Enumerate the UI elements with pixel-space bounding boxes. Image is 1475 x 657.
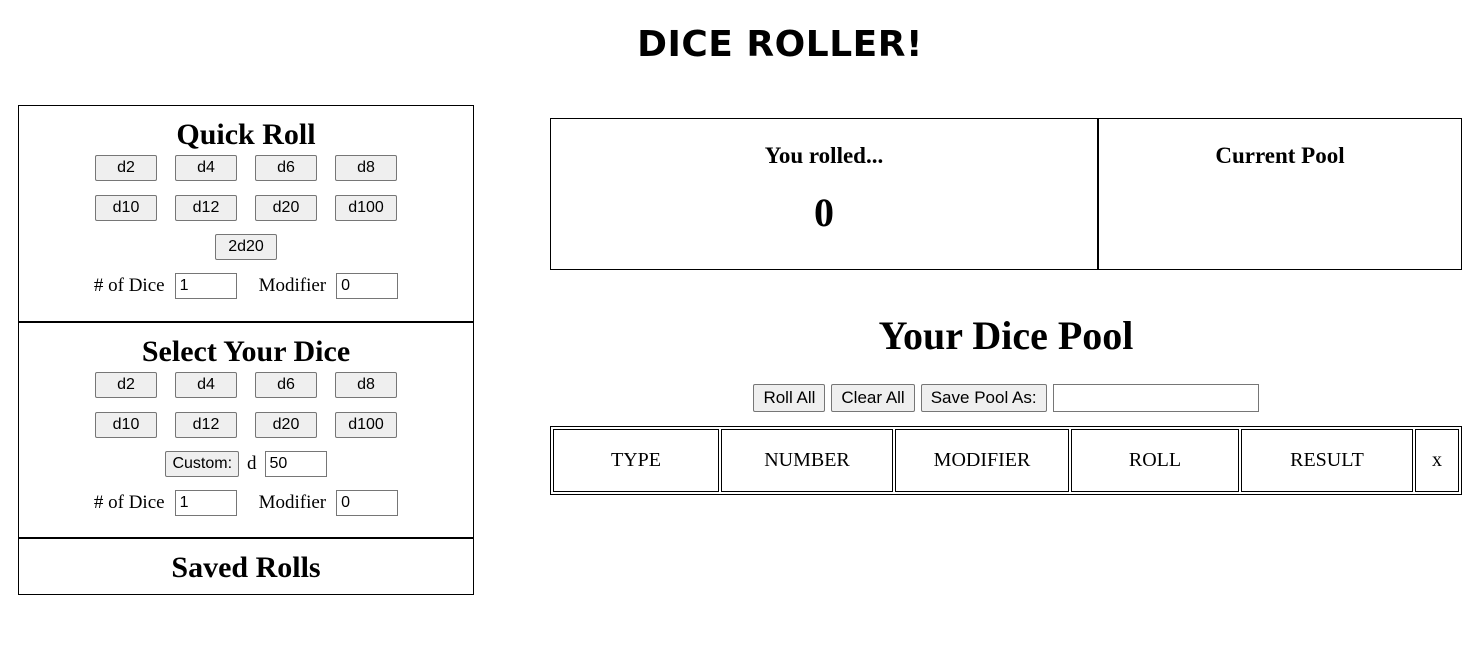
select-modifier-input[interactable] xyxy=(336,490,399,516)
select-modifier-label: Modifier xyxy=(258,492,327,513)
save-pool-name-input[interactable] xyxy=(1052,384,1259,412)
result-box: You rolled... 0 Current Pool xyxy=(550,118,1462,270)
roll-result-cell: You rolled... 0 xyxy=(551,119,1099,269)
quick-d12-button[interactable]: d12 xyxy=(175,195,237,221)
sidebar: Quick Roll d2 d4 d6 d8 d10 d12 d20 d100 … xyxy=(18,105,474,595)
dice-pool-table: TYPE NUMBER MODIFIER ROLL RESULT x xyxy=(550,426,1462,495)
select-d6-button[interactable]: d6 xyxy=(255,372,317,398)
main-area: You rolled... 0 Current Pool Your Dice P… xyxy=(550,118,1462,495)
column-result: RESULT xyxy=(1241,429,1413,492)
select-dice-panel: Select Your Dice d2 d4 d6 d8 d10 d12 d20… xyxy=(18,321,474,538)
select-dice-title: Select Your Dice xyxy=(141,335,351,368)
clear-all-button[interactable]: Clear All xyxy=(831,384,915,412)
quick-d100-button[interactable]: d100 xyxy=(335,195,397,221)
quick-roll-panel: Quick Roll d2 d4 d6 d8 d10 d12 d20 d100 … xyxy=(18,105,474,322)
select-d4-button[interactable]: d4 xyxy=(175,372,237,398)
quick-d20-button[interactable]: d20 xyxy=(255,195,317,221)
quick-num-dice-input[interactable] xyxy=(174,273,237,299)
column-modifier: MODIFIER xyxy=(895,429,1069,492)
saved-rolls-title: Saved Rolls xyxy=(171,551,321,584)
select-dice-grid: d2 d4 d6 d8 d10 d12 d20 d100 xyxy=(19,372,473,438)
column-number: NUMBER xyxy=(721,429,893,492)
pool-controls: Roll All Clear All Save Pool As: xyxy=(550,384,1462,412)
custom-die-button[interactable]: Custom: xyxy=(165,451,240,477)
select-d2-button[interactable]: d2 xyxy=(95,372,157,398)
quick-modifier-input[interactable] xyxy=(336,273,399,299)
custom-die-sides-input[interactable] xyxy=(264,451,327,477)
select-d10-button[interactable]: d10 xyxy=(95,412,157,438)
quick-d6-button[interactable]: d6 xyxy=(255,155,317,181)
select-num-dice-input[interactable] xyxy=(174,490,237,516)
current-pool-cell: Current Pool xyxy=(1099,119,1461,269)
select-d12-button[interactable]: d12 xyxy=(175,412,237,438)
column-type: TYPE xyxy=(553,429,719,492)
rolled-value: 0 xyxy=(814,190,834,235)
table-header-row: TYPE NUMBER MODIFIER ROLL RESULT x xyxy=(553,429,1459,492)
quick-d4-button[interactable]: d4 xyxy=(175,155,237,181)
select-d100-button[interactable]: d100 xyxy=(335,412,397,438)
select-num-dice-label: # of Dice xyxy=(93,492,165,513)
quick-roll-title: Quick Roll xyxy=(176,118,316,151)
column-roll: ROLL xyxy=(1071,429,1239,492)
select-d8-button[interactable]: d8 xyxy=(335,372,397,398)
current-pool-label: Current Pool xyxy=(1215,143,1345,168)
quick-2d20-button[interactable]: 2d20 xyxy=(215,234,277,260)
column-remove: x xyxy=(1415,429,1459,492)
quick-num-dice-label: # of Dice xyxy=(93,275,165,296)
app-title: DICE ROLLER! xyxy=(637,24,923,65)
saved-rolls-panel: Saved Rolls xyxy=(18,537,474,595)
select-d20-button[interactable]: d20 xyxy=(255,412,317,438)
rolled-label: You rolled... xyxy=(764,143,884,168)
save-pool-button[interactable]: Save Pool As: xyxy=(920,384,1047,412)
quick-d2-button[interactable]: d2 xyxy=(95,155,157,181)
custom-die-prefix: d xyxy=(247,453,257,474)
quick-modifier-label: Modifier xyxy=(258,275,327,296)
roll-all-button[interactable]: Roll All xyxy=(753,384,826,412)
quick-d10-button[interactable]: d10 xyxy=(95,195,157,221)
dice-pool-title: Your Dice Pool xyxy=(878,313,1134,358)
quick-d8-button[interactable]: d8 xyxy=(335,155,397,181)
quick-roll-dice-grid: d2 d4 d6 d8 d10 d12 d20 d100 xyxy=(19,155,473,221)
